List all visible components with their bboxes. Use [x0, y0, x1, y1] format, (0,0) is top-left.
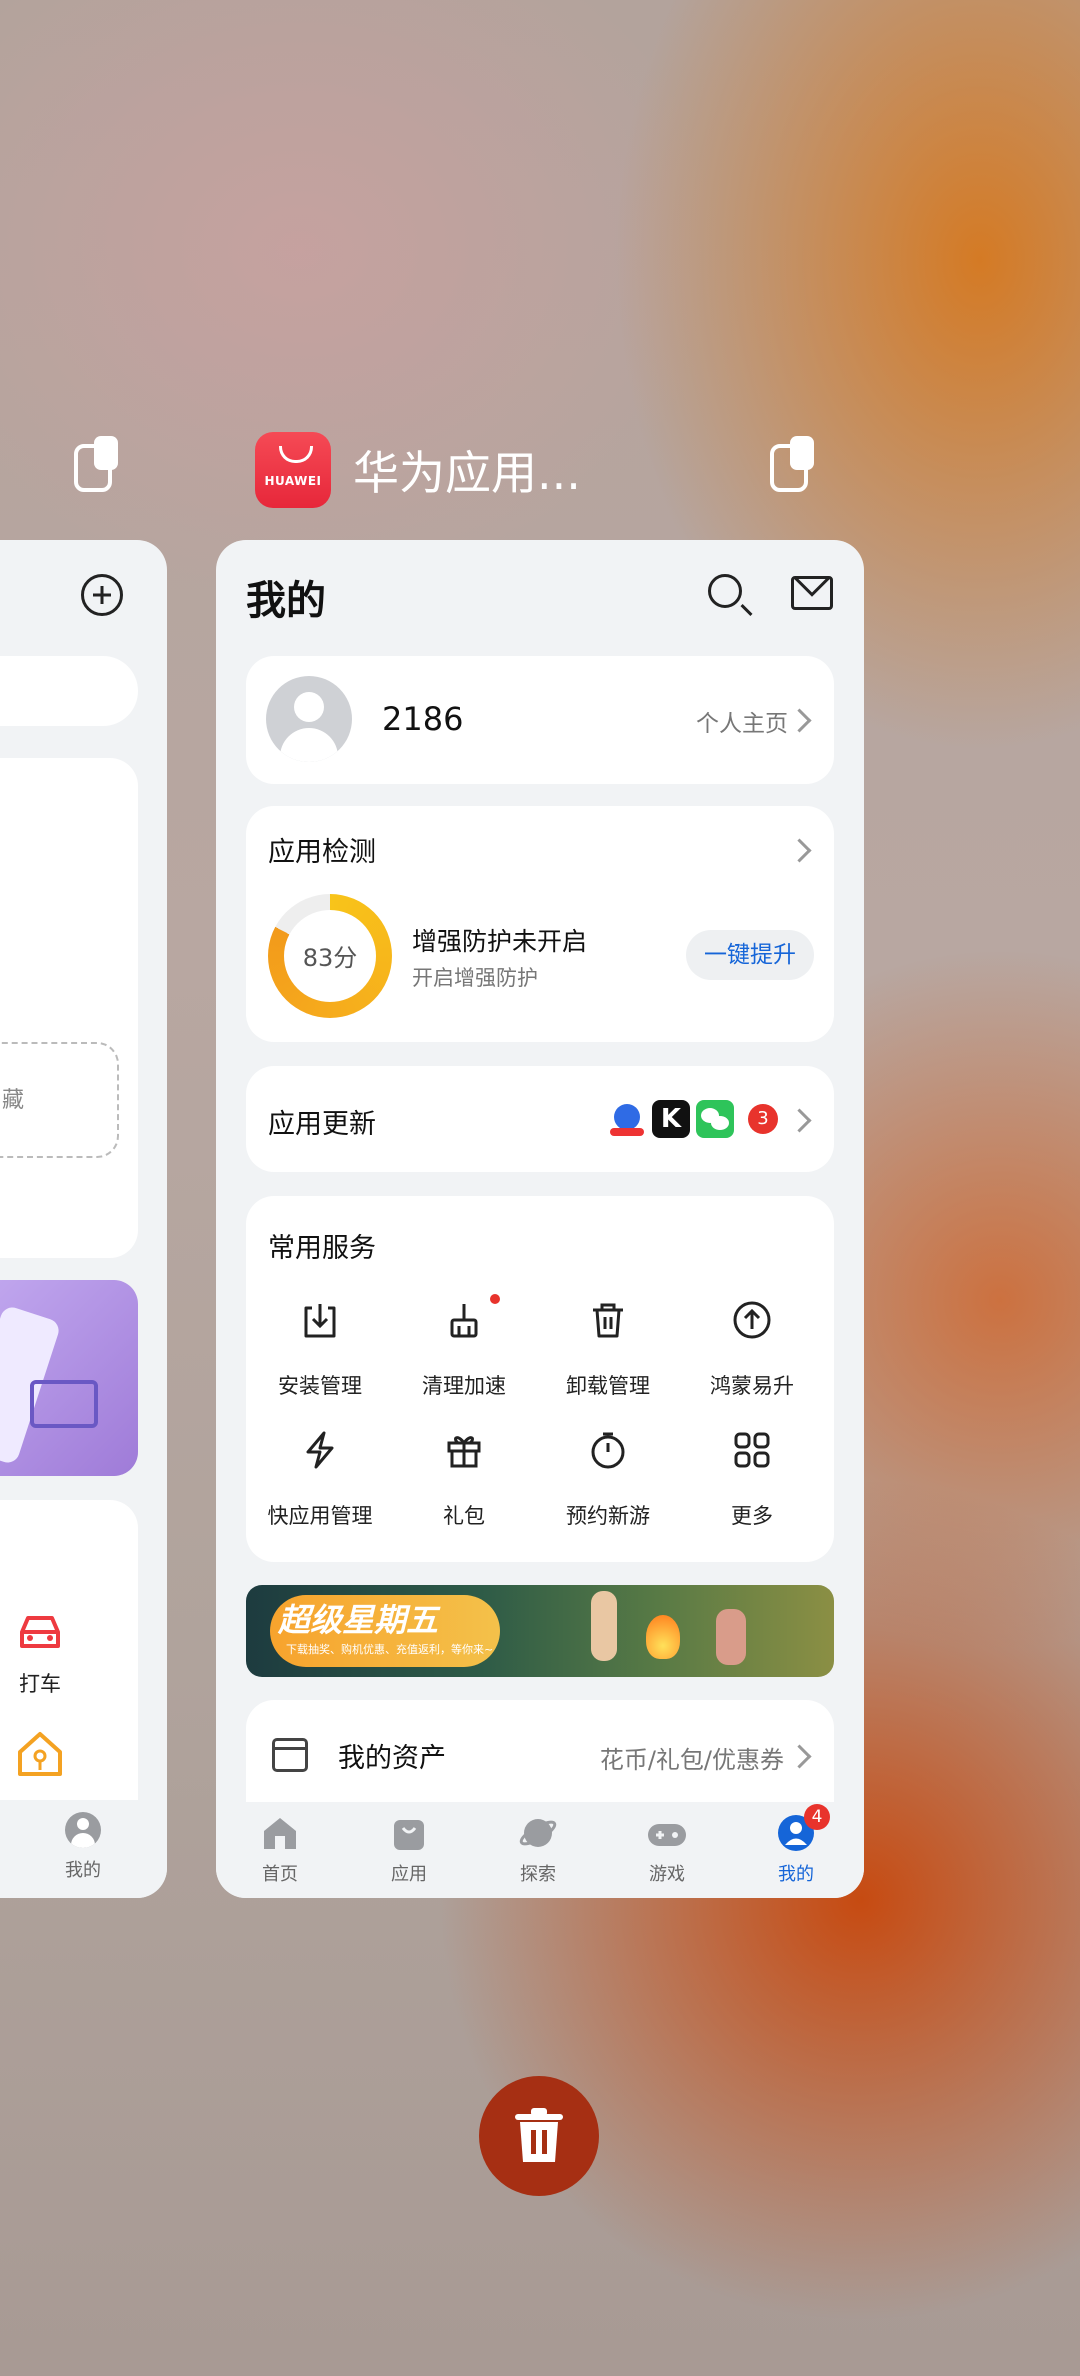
- left-bottom-nav: 我的: [0, 1800, 167, 1898]
- boost-button[interactable]: 一键提升: [686, 930, 814, 980]
- chevron-right-icon: [787, 1744, 812, 1769]
- notification-badge: 4: [804, 1804, 830, 1830]
- download-box-icon: [304, 1304, 336, 1338]
- left-nav-label: 我的: [65, 1860, 101, 1881]
- gift-icon: [447, 1436, 481, 1468]
- gamepad-icon: [648, 1824, 686, 1846]
- person-illustration: [716, 1609, 746, 1665]
- logo-text: HUAWEI: [264, 474, 322, 488]
- search-icon[interactable]: [708, 574, 742, 608]
- main-card-pin-icon[interactable]: [770, 436, 814, 492]
- trash-icon: [515, 2108, 563, 2162]
- assets-title: 我的资产: [338, 1743, 446, 1774]
- service-label: 更多: [731, 1504, 773, 1528]
- app-logo: HUAWEI: [255, 432, 331, 508]
- nav-label: 游戏: [649, 1864, 685, 1885]
- assets-detail: 花币/礼包/优惠券: [599, 1746, 784, 1774]
- banner-subtitle: 下载抽奖、购机优惠、充值返利，等你来~: [286, 1643, 494, 1656]
- page-title: 我的: [246, 578, 326, 624]
- trash-icon: [593, 1303, 623, 1338]
- service-label: 鸿蒙易升: [710, 1374, 794, 1398]
- house-key-icon: [18, 1732, 62, 1776]
- update-count-badge: 3: [748, 1104, 778, 1134]
- nav-label: 我的: [778, 1864, 814, 1885]
- protection-status: 增强防护未开启: [412, 927, 588, 956]
- arrow-up-circle-icon: [733, 1301, 771, 1339]
- chevron-right-icon: [787, 1108, 812, 1133]
- chevron-right-icon: [787, 708, 812, 733]
- left-promo-image: [0, 1280, 138, 1476]
- stopwatch-icon: [591, 1432, 625, 1469]
- profile-home-link[interactable]: 个人主页: [696, 704, 788, 738]
- profile-nav-icon[interactable]: [65, 1812, 101, 1848]
- left-services-panel: 打车: [0, 1500, 138, 1800]
- score-value: 83分: [302, 944, 358, 972]
- mail-icon[interactable]: [791, 576, 833, 610]
- car-icon: [20, 1616, 60, 1648]
- service-label: 卸载管理: [566, 1374, 650, 1398]
- taxi-label: 打车: [19, 1672, 61, 1696]
- app-update-title: 应用更新: [268, 1109, 376, 1140]
- nav-label: 探索: [520, 1864, 556, 1885]
- app-check-title: 应用检测: [268, 837, 376, 868]
- username: 2186: [382, 700, 464, 738]
- add-icon[interactable]: [81, 574, 123, 616]
- grid-icon: [734, 1432, 770, 1468]
- wallet-icon: [272, 1738, 308, 1772]
- baidu-app-icon: [608, 1100, 646, 1138]
- new-dot: [490, 1294, 500, 1304]
- profile-panel[interactable]: 2186 个人主页: [246, 656, 834, 784]
- left-dashed-text: 藏: [2, 1088, 25, 1113]
- services-panel: 常用服务 安装管理 清理加速 卸载管理 鸿蒙易升 快应用管理 礼包 预约新游 更…: [246, 1196, 834, 1562]
- app-preview-card[interactable]: 我的 2186 个人主页 应用检测 83分 增强防护未开启 开启增强防护 一键提…: [216, 540, 864, 1898]
- app-check-panel[interactable]: 应用检测 83分 增强防护未开启 开启增强防护 一键提升: [246, 806, 834, 1042]
- service-label: 快应用管理: [267, 1504, 373, 1528]
- promo-banner[interactable]: 超级星期五 下载抽奖、购机优惠、充值返利，等你来~: [246, 1585, 834, 1677]
- left-card-pin-icon[interactable]: [74, 436, 118, 492]
- services-title: 常用服务: [268, 1233, 376, 1264]
- shopping-bag-icon: [394, 1820, 424, 1850]
- left-app-card[interactable]: 藏 打车 我的: [0, 540, 167, 1898]
- k-app-icon: K: [652, 1100, 690, 1138]
- service-label: 礼包: [443, 1504, 485, 1528]
- lightning-icon: [306, 1431, 334, 1469]
- app-header: HUAWEI 华为应用...: [255, 430, 581, 510]
- broom-icon: [450, 1304, 478, 1338]
- bottom-nav: 首页 应用 探索 游戏 4 我的: [216, 1802, 864, 1898]
- person-illustration: [591, 1591, 617, 1661]
- bag-icon: [279, 446, 313, 463]
- planet-icon: [519, 1819, 557, 1847]
- left-content-panel: [0, 758, 138, 1258]
- campfire-illustration: [646, 1615, 680, 1659]
- left-dashed-box: 藏: [0, 1042, 119, 1158]
- service-label: 预约新游: [566, 1504, 650, 1528]
- protection-hint: 开启增强防护: [412, 966, 538, 990]
- score-ring: 83分: [268, 894, 392, 1018]
- service-label: 清理加速: [422, 1374, 506, 1398]
- avatar[interactable]: [266, 676, 352, 762]
- app-title: 华为应用...: [353, 446, 581, 500]
- app-update-panel[interactable]: 应用更新 K 3: [246, 1066, 834, 1172]
- nav-label: 应用: [391, 1864, 427, 1885]
- service-label: 安装管理: [278, 1374, 362, 1398]
- home-icon: [264, 1818, 296, 1849]
- clear-all-button[interactable]: [479, 2076, 599, 2196]
- wechat-app-icon: [696, 1100, 734, 1138]
- nav-label: 首页: [262, 1864, 298, 1885]
- left-search-bar: [0, 656, 138, 726]
- chevron-right-icon[interactable]: [787, 838, 812, 863]
- banner-title: 超级星期五: [278, 1601, 439, 1639]
